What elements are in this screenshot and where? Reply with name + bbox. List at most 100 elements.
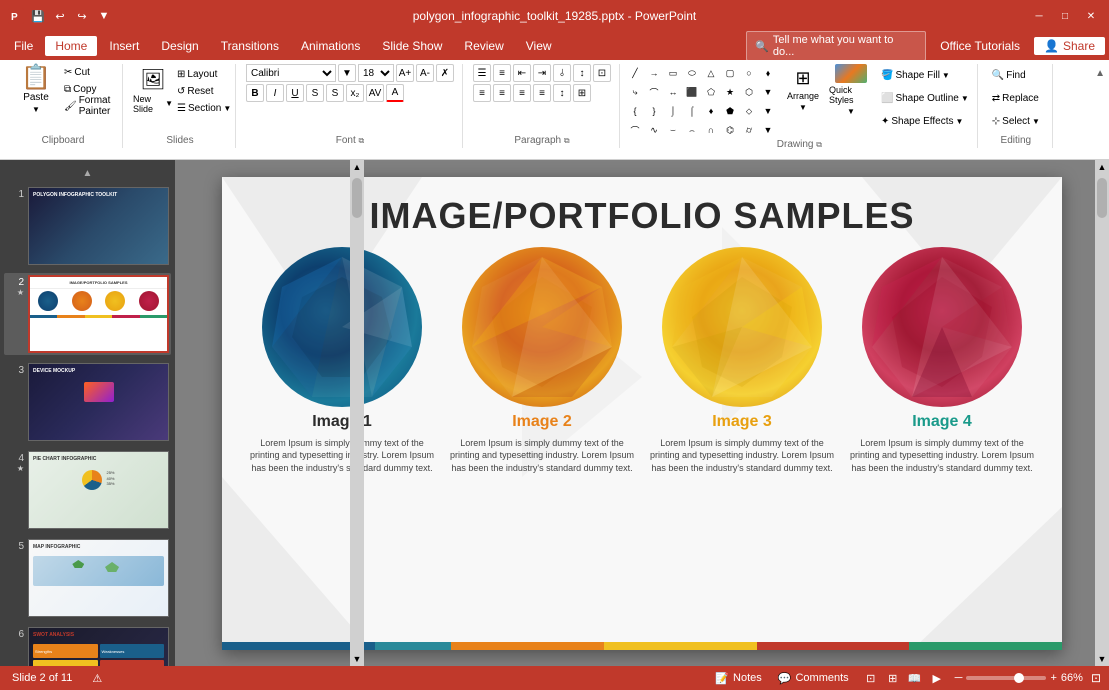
align-center-button[interactable]: ≡ — [493, 84, 511, 102]
minimize-button[interactable]: ─ — [1029, 6, 1049, 26]
slide-thumb-4[interactable]: 4 ★ PIE CHART INFOGRAPHIC 25%40%35% — [4, 449, 171, 531]
shape-tri[interactable]: △ — [702, 64, 720, 82]
shape-hex[interactable]: ⬡ — [740, 83, 758, 101]
shape-arrow[interactable]: → — [645, 64, 663, 82]
find-button[interactable]: 🔍 Find — [988, 64, 1030, 86]
shape-g2[interactable]: ∿ — [645, 121, 663, 139]
menu-insert[interactable]: Insert — [99, 36, 149, 56]
menu-view[interactable]: View — [516, 36, 562, 56]
menu-slideshow[interactable]: Slide Show — [372, 36, 452, 56]
hscroll-up-button[interactable]: ▲ — [1096, 160, 1109, 174]
zoom-slider[interactable] — [966, 676, 1046, 680]
accessibility-check[interactable]: ⚠ — [88, 671, 106, 686]
quick-styles-button[interactable]: Quick Styles ▼ — [829, 64, 873, 116]
paragraph-expand-icon[interactable]: ⧉ — [564, 136, 570, 145]
slide-thumb-1[interactable]: 1 POLYGON INFOGRAPHIC TOOLKIT — [4, 185, 171, 267]
menu-design[interactable]: Design — [151, 36, 208, 56]
font-expand-icon[interactable]: ⧉ — [359, 136, 365, 145]
paste-button[interactable]: 📋 Paste ▼ — [12, 64, 60, 116]
text-direction-button[interactable]: ↕ — [573, 64, 591, 82]
subscript-button[interactable]: x₂ — [346, 84, 364, 102]
increase-indent-button[interactable]: ⇥ — [533, 64, 551, 82]
arrange-button[interactable]: ⊞ Arrange ▼ — [781, 64, 825, 116]
align-left-button[interactable]: ≡ — [473, 84, 491, 102]
smartart-button[interactable]: ⊞ — [573, 84, 591, 102]
zoom-in-button[interactable]: + — [1050, 672, 1056, 684]
convert-button[interactable]: ⊡ — [593, 64, 611, 82]
menu-animations[interactable]: Animations — [291, 36, 370, 56]
new-slide-dropdown[interactable]: ▼ — [165, 99, 173, 108]
shape-more[interactable]: ⬧ — [759, 64, 777, 82]
slide-thumb-5[interactable]: 5 Map Infographic — [4, 537, 171, 619]
vscroll-thumb[interactable] — [352, 178, 362, 218]
format-painter-button[interactable]: 🖌 Format Painter — [62, 98, 114, 114]
vscroll-up-button[interactable]: ▲ — [351, 160, 364, 174]
shadow-button[interactable]: S — [326, 84, 344, 102]
undo-icon[interactable]: ↩ — [52, 8, 68, 24]
drawing-expand-icon[interactable]: ⧉ — [816, 140, 822, 149]
shape-penta[interactable]: ⬠ — [702, 83, 720, 101]
vscroll-down-button[interactable]: ▼ — [351, 652, 364, 666]
decrease-indent-button[interactable]: ⇤ — [513, 64, 531, 82]
shape-g5[interactable]: ∩ — [702, 121, 720, 139]
spacing-button[interactable]: AV — [366, 84, 384, 102]
shape-g4[interactable]: ⌢ — [683, 121, 701, 139]
shape-t4[interactable]: ⌠ — [683, 102, 701, 120]
decrease-font-button[interactable]: A- — [416, 64, 434, 82]
shape-g7[interactable]: ⌭ — [740, 121, 758, 139]
shape-conn[interactable]: ↔ — [664, 83, 682, 101]
slide-sorter-button[interactable]: ⊞ — [883, 670, 903, 686]
font-size-select[interactable]: 18 — [358, 64, 394, 82]
font-color-button[interactable]: A — [386, 84, 404, 102]
select-button[interactable]: ⊹ Select ▼ — [988, 110, 1044, 132]
shape-t2[interactable]: } — [645, 102, 663, 120]
strikethrough-button[interactable]: S — [306, 84, 324, 102]
slide-thumb-6[interactable]: 6 SWOT ANALYSIS Strengths Weaknesses Opp… — [4, 625, 171, 666]
clear-format-button[interactable]: ✗ — [436, 64, 454, 82]
slide-thumb-3[interactable]: 3 DEVICE MOCKUP — [4, 361, 171, 443]
underline-button[interactable]: U — [286, 84, 304, 102]
justify-button[interactable]: ≡ — [533, 84, 551, 102]
redo-icon[interactable]: ↪ — [74, 8, 90, 24]
zoom-out-button[interactable]: ─ — [955, 672, 963, 684]
new-slide-button[interactable]: 🖼 New Slide ▼ — [133, 64, 173, 116]
shape-fill-button[interactable]: 🪣 Shape Fill ▼ — [877, 64, 973, 86]
menu-transitions[interactable]: Transitions — [211, 36, 289, 56]
menu-review[interactable]: Review — [454, 36, 513, 56]
columns-button[interactable]: ⫰ — [553, 64, 571, 82]
menu-file[interactable]: File — [4, 36, 43, 56]
shape-t1[interactable]: { — [626, 102, 644, 120]
shape-rect[interactable]: ▭ — [664, 64, 682, 82]
notes-button[interactable]: 📝 Notes — [711, 671, 765, 686]
shape-g3[interactable]: ⌣ — [664, 121, 682, 139]
cut-button[interactable]: ✂ Cut — [62, 64, 114, 80]
ribbon-collapse-button[interactable]: ▲ — [1095, 68, 1105, 79]
zoom-handle[interactable] — [1014, 673, 1024, 683]
font-family-select[interactable]: Calibri — [246, 64, 336, 82]
share-button[interactable]: 👤 Share — [1034, 37, 1105, 55]
shape-effects-button[interactable]: ✦ Shape Effects ▼ — [877, 110, 973, 132]
shape-t6[interactable]: ⬟ — [721, 102, 739, 120]
shape-outline-button[interactable]: ⬜ Shape Outline ▼ — [877, 87, 973, 109]
tell-me-search[interactable]: 🔍 Tell me what you want to do... — [746, 31, 926, 61]
increase-font-button[interactable]: A+ — [396, 64, 414, 82]
slide-panel-scroll-up[interactable]: ▲ — [4, 168, 171, 179]
shape-block[interactable]: ⬛ — [683, 83, 701, 101]
shape-rr[interactable]: ▢ — [721, 64, 739, 82]
section-button[interactable]: ☰ Section ▼ — [175, 100, 227, 116]
slideshow-view-button[interactable]: ▶ — [927, 670, 947, 686]
shape-bend[interactable]: ⤷ — [626, 83, 644, 101]
office-tutorials-link[interactable]: Office Tutorials — [934, 37, 1026, 55]
layout-button[interactable]: ⊞ Layout — [175, 66, 227, 82]
reading-view-button[interactable]: 📖 — [905, 670, 925, 686]
bold-button[interactable]: B — [246, 84, 264, 102]
maximize-button[interactable]: □ — [1055, 6, 1075, 26]
reset-button[interactable]: ↺ Reset — [175, 83, 227, 99]
bullets-button[interactable]: ☰ — [473, 64, 491, 82]
shape-oval[interactable]: ⬭ — [683, 64, 701, 82]
shape-t7[interactable]: ⬦ — [740, 102, 758, 120]
shape-line[interactable]: ╱ — [626, 64, 644, 82]
hscroll-thumb[interactable] — [1097, 178, 1107, 218]
shape-g6[interactable]: ⌬ — [721, 121, 739, 139]
comments-button[interactable]: 💬 Comments — [774, 671, 853, 686]
